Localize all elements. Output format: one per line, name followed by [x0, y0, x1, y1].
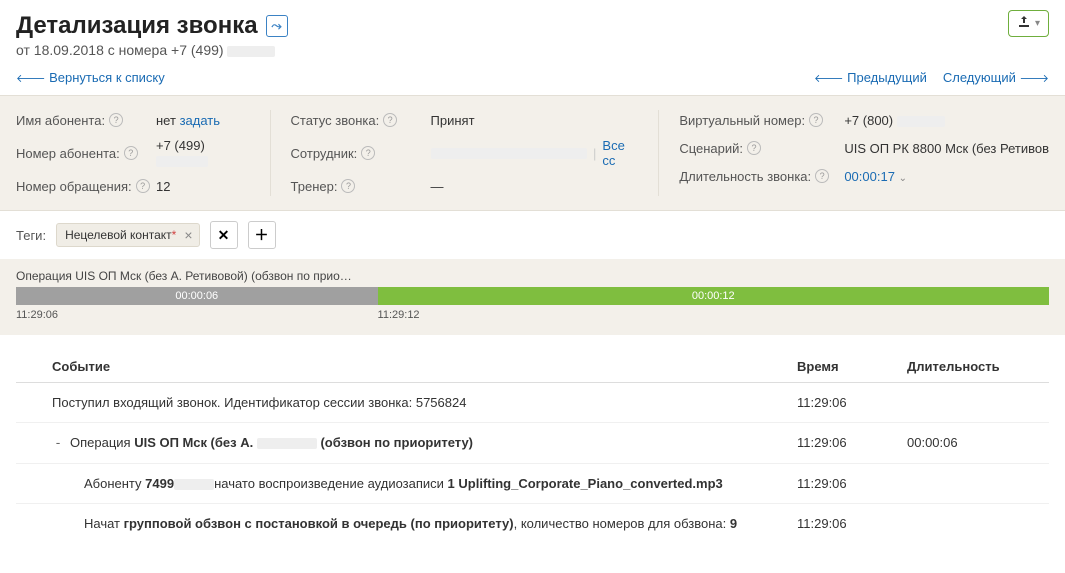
- events-header-event: Событие: [28, 359, 797, 374]
- next-link[interactable]: Следующий 🡒: [943, 70, 1049, 85]
- all-employees-link[interactable]: Все сс: [602, 138, 638, 168]
- trainer-value: —: [431, 179, 444, 194]
- chevron-down-icon: ⌄: [899, 173, 907, 184]
- subscriber-name-value: нет: [156, 113, 176, 128]
- add-tag-button[interactable]: ＋: [248, 221, 276, 249]
- remove-tag-icon[interactable]: ×: [184, 227, 192, 243]
- call-status-value: Принят: [431, 113, 475, 128]
- prev-link[interactable]: 🡐 Предыдущий: [814, 70, 927, 85]
- close-icon: ✕: [218, 227, 230, 244]
- event-text: Начат групповой обзвон с постановкой в о…: [84, 516, 737, 531]
- upload-icon: [1017, 15, 1031, 32]
- timeline-segment[interactable]: 00:00:06: [16, 287, 378, 305]
- arrow-left-icon: 🡐: [16, 73, 46, 85]
- timeline-segment[interactable]: 00:00:12: [378, 287, 1049, 305]
- chevron-down-icon: ▾: [1035, 18, 1040, 29]
- page-subtitle: от 18.09.2018 с номера +7 (499): [16, 42, 1049, 58]
- tags-label: Теги:: [16, 228, 46, 243]
- employee-label: Сотрудник:: [291, 146, 358, 161]
- subscriber-name-label: Имя абонента:: [16, 113, 105, 128]
- event-time: 11:29:06: [797, 395, 907, 410]
- event-row: Абоненту 7499начато воспроизведение ауди…: [16, 464, 1049, 504]
- help-icon[interactable]: ?: [136, 179, 150, 193]
- plus-icon: ＋: [255, 225, 269, 245]
- help-icon[interactable]: ?: [361, 146, 375, 160]
- events-header-duration: Длительность: [907, 359, 1037, 374]
- employee-value: | Все сс: [431, 138, 639, 168]
- event-text: Поступил входящий звонок. Идентификатор …: [52, 395, 466, 410]
- clear-tags-button[interactable]: ✕: [210, 221, 238, 249]
- pulse-icon[interactable]: ⤳: [266, 15, 288, 37]
- events-header-time: Время: [797, 359, 907, 374]
- timeline-bar[interactable]: 00:00:0600:00:12: [16, 287, 1049, 305]
- help-icon[interactable]: ?: [341, 179, 355, 193]
- tag[interactable]: Нецелевой контакт* ×: [56, 223, 199, 247]
- scenario-link[interactable]: UIS ОП РК 8800 Мск (без Ретивов: [844, 141, 1049, 156]
- call-status-label: Статус звонка:: [291, 113, 380, 128]
- timeline-time-marker: 11:29:06: [16, 309, 378, 321]
- event-text: Операция UIS ОП Мск (без А. (обзвон по п…: [70, 435, 473, 450]
- timeline-section: Операция UIS ОП Мск (без А. Ретивовой) (…: [0, 259, 1065, 335]
- event-row: -Операция UIS ОП Мск (без А. (обзвон по …: [16, 423, 1049, 464]
- event-row: Начат групповой обзвон с постановкой в о…: [16, 504, 1049, 543]
- subscriber-number-label: Номер абонента:: [16, 146, 120, 161]
- event-time: 11:29:06: [797, 435, 907, 450]
- export-button[interactable]: ▾: [1008, 10, 1049, 37]
- tag-text: Нецелевой контакт*: [65, 228, 176, 242]
- timeline-operation-label: Операция UIS ОП Мск (без А. Ретивовой) (…: [16, 269, 356, 283]
- info-panel: Имя абонента: ? нет задать Номер абонент…: [0, 95, 1065, 211]
- page-title: Детализация звонка: [16, 12, 258, 40]
- event-time: 11:29:06: [797, 476, 907, 491]
- event-row: Поступил входящий звонок. Идентификатор …: [16, 383, 1049, 423]
- arrow-right-icon: 🡒: [1020, 73, 1050, 85]
- call-duration-value[interactable]: 00:00:17 ⌄: [844, 169, 907, 184]
- request-number-value[interactable]: 12: [156, 179, 170, 194]
- arrow-left-icon: 🡐: [814, 73, 844, 85]
- subscriber-number-value: +7 (499): [156, 138, 250, 168]
- timeline-time-marker: 11:29:12: [378, 309, 1049, 321]
- event-duration: 00:00:06: [907, 435, 1037, 450]
- tags-row: Теги: Нецелевой контакт* × ✕ ＋: [0, 211, 1065, 259]
- request-number-label: Номер обращения:: [16, 179, 132, 194]
- help-icon[interactable]: ?: [815, 169, 829, 183]
- set-name-link[interactable]: задать: [180, 113, 220, 128]
- event-time: 11:29:06: [797, 516, 907, 531]
- virtual-number-label: Виртуальный номер:: [679, 113, 805, 128]
- help-icon[interactable]: ?: [383, 113, 397, 127]
- collapse-toggle[interactable]: -: [52, 436, 64, 451]
- trainer-label: Тренер:: [291, 179, 338, 194]
- virtual-number-value: +7 (800): [844, 113, 944, 128]
- help-icon[interactable]: ?: [124, 146, 138, 160]
- event-text: Абоненту 7499начато воспроизведение ауди…: [84, 476, 723, 491]
- help-icon[interactable]: ?: [109, 113, 123, 127]
- back-link[interactable]: 🡐 Вернуться к списку: [16, 70, 165, 85]
- call-duration-label: Длительность звонка:: [679, 169, 811, 184]
- scenario-label: Сценарий:: [679, 141, 743, 156]
- help-icon[interactable]: ?: [747, 141, 761, 155]
- help-icon[interactable]: ?: [809, 113, 823, 127]
